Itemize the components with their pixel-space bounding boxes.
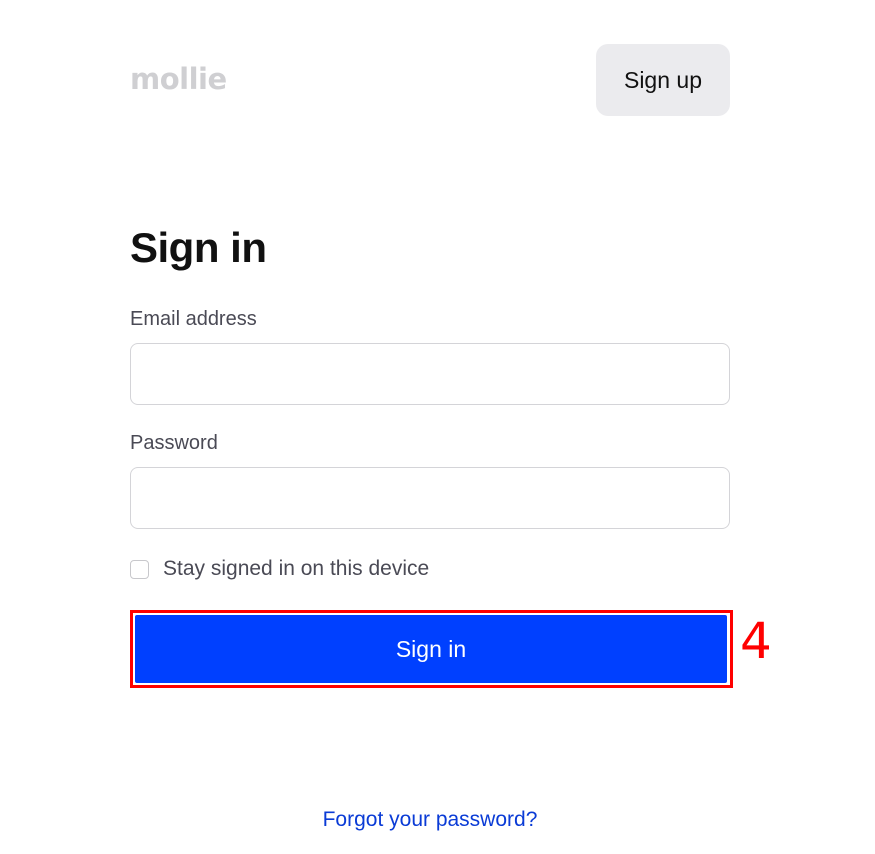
forgot-password-link[interactable]: Forgot your password?	[0, 808, 860, 832]
sign-in-button[interactable]: Sign in	[135, 615, 727, 683]
sign-in-page: mollie Sign up Sign in Email address Pas…	[0, 0, 875, 854]
mollie-logo[interactable]: mollie	[130, 62, 227, 96]
stay-signed-in-row: Stay signed in on this device	[130, 557, 429, 581]
password-label: Password	[130, 432, 218, 454]
email-field[interactable]	[130, 343, 730, 405]
stay-signed-in-checkbox[interactable]	[130, 559, 149, 579]
sign-up-button[interactable]: Sign up	[596, 44, 730, 116]
stay-signed-in-label[interactable]: Stay signed in on this device	[163, 557, 429, 581]
annotation-marker-label: 4	[740, 612, 772, 670]
password-field[interactable]	[130, 467, 730, 529]
page-title: Sign in	[130, 224, 267, 271]
email-label: Email address	[130, 308, 257, 330]
